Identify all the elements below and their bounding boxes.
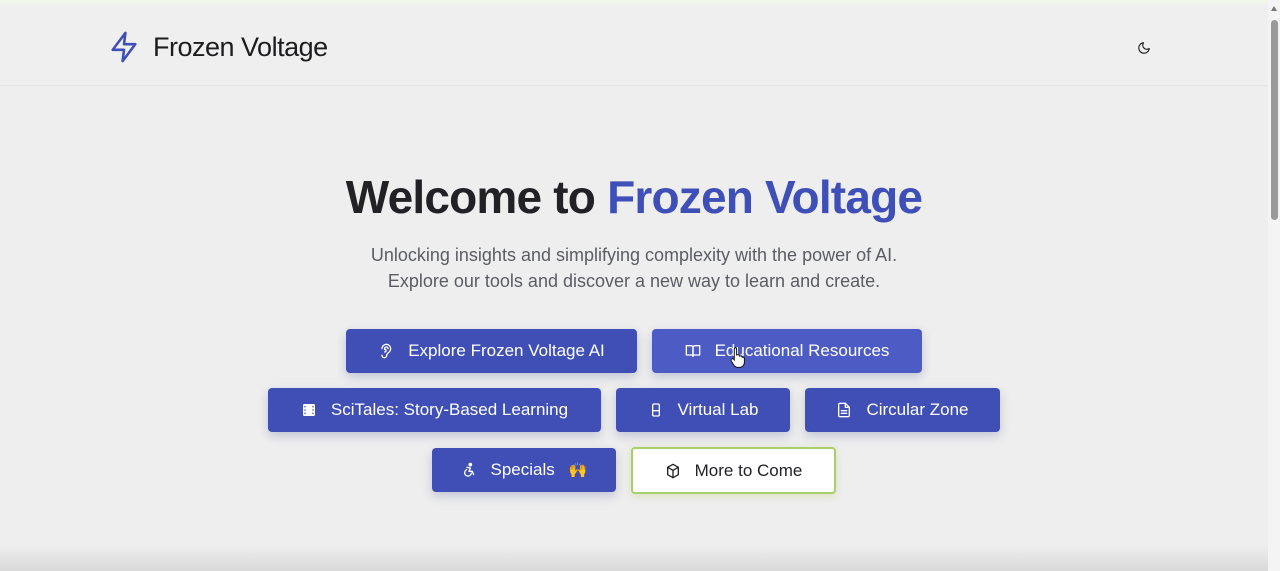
educational-resources-button[interactable]: Educational Resources bbox=[652, 329, 922, 373]
site-header: Frozen Voltage bbox=[0, 4, 1268, 86]
hero-subtitle-line-2: Explore our tools and discover a new way… bbox=[387, 271, 881, 291]
vertical-scrollbar[interactable] bbox=[1268, 0, 1280, 571]
hero-title-accent: Frozen Voltage bbox=[607, 171, 923, 223]
package-icon bbox=[665, 463, 681, 479]
specials-label: Specials bbox=[490, 460, 555, 479]
brand-logo[interactable]: Frozen Voltage bbox=[107, 29, 328, 65]
document-icon bbox=[836, 402, 852, 418]
explore-ai-button[interactable]: Explore Frozen Voltage AI bbox=[346, 329, 637, 373]
lightning-bolt-icon bbox=[111, 31, 137, 63]
raised-hands-emoji: 🙌 bbox=[568, 462, 588, 479]
hand-cursor-icon bbox=[730, 347, 745, 368]
scitales-label: SciTales: Story-Based Learning bbox=[330, 400, 569, 419]
test-tube-icon bbox=[648, 402, 664, 418]
film-icon bbox=[301, 402, 317, 418]
scroll-up-arrow-icon[interactable] bbox=[1271, 6, 1277, 11]
circular-zone-label: Circular Zone bbox=[866, 400, 969, 419]
explore-ai-label: Explore Frozen Voltage AI bbox=[408, 341, 605, 360]
specials-button[interactable]: Specials 🙌 bbox=[432, 448, 616, 492]
hero-title-prefix: Welcome to bbox=[345, 171, 608, 223]
bottom-fade bbox=[0, 545, 1268, 571]
hero-subtitle-line-1: Unlocking insights and simplifying compl… bbox=[370, 245, 898, 265]
moon-icon bbox=[1138, 42, 1150, 54]
ear-icon bbox=[378, 343, 394, 359]
hero-title: Welcome to Frozen Voltage bbox=[0, 170, 1268, 224]
hero-subtitle: Unlocking insights and simplifying compl… bbox=[0, 242, 1268, 294]
more-to-come-label: More to Come bbox=[694, 460, 803, 480]
scrollbar-thumb[interactable] bbox=[1271, 20, 1278, 220]
circular-zone-button[interactable]: Circular Zone bbox=[805, 388, 1000, 432]
scitales-button[interactable]: SciTales: Story-Based Learning bbox=[268, 388, 601, 432]
accessibility-icon bbox=[461, 462, 477, 478]
theme-toggle-button[interactable] bbox=[1126, 30, 1162, 66]
virtual-lab-button[interactable]: Virtual Lab bbox=[616, 388, 790, 432]
brand-name: Frozen Voltage bbox=[153, 31, 328, 62]
more-to-come-button[interactable]: More to Come bbox=[631, 447, 836, 494]
virtual-lab-label: Virtual Lab bbox=[677, 400, 759, 419]
book-open-icon bbox=[685, 343, 701, 359]
